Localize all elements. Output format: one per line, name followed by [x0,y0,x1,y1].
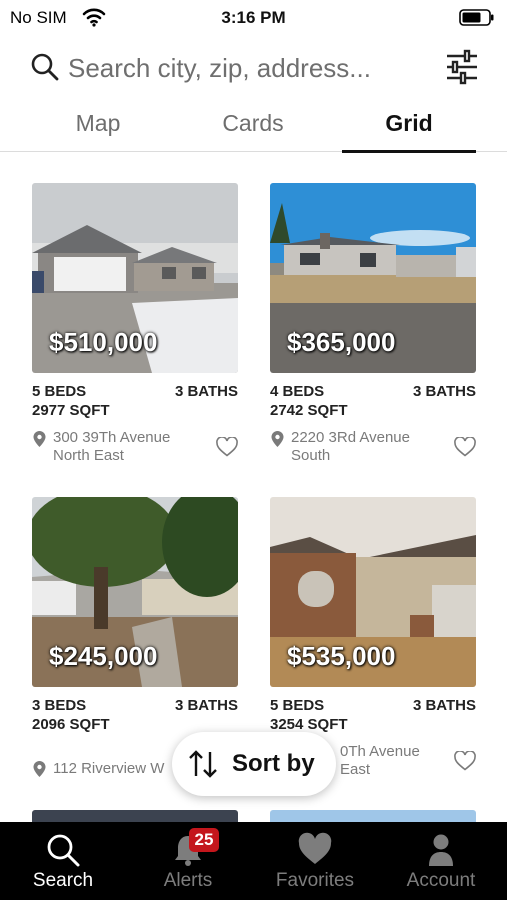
listing-sqft: 2096 SQFT [32,716,110,733]
listing-address-line1: 300 39Th Avenue [53,429,171,446]
listing-photo-partial[interactable] [270,810,476,822]
location-pin-icon [271,431,284,447]
location-pin-icon [33,431,46,447]
favorite-heart-icon[interactable] [454,437,476,457]
sort-by-label: Sort by [232,750,315,777]
listing-price: $245,000 [49,641,158,671]
search-bar [0,42,507,94]
listing-baths: 3 BATHS [412,383,476,400]
listing-photo[interactable]: $245,000 [32,497,238,687]
filter-sliders-icon[interactable] [445,48,479,86]
listing-beds: 4 BEDS [270,383,325,400]
listing-card[interactable]: $245,000 3 BEDS 3 BATHS 2096 SQFT 112 Ri… [32,497,238,777]
heart-icon [298,832,332,864]
listing-price: $365,000 [287,327,396,357]
nav-favorites[interactable]: Favorites [252,822,378,900]
favorite-heart-icon[interactable] [216,437,238,457]
nav-alerts[interactable]: 25 Alerts [125,822,251,900]
nav-alerts-label: Alerts [163,870,213,891]
listing-price: $535,000 [287,641,396,671]
alerts-count-badge: 25 [189,828,219,852]
search-icon [31,53,59,81]
listing-address-line2: North East [53,447,124,464]
tab-map[interactable]: Map [31,110,165,150]
listing-baths: 3 BATHS [412,697,476,714]
sort-arrows-icon [189,750,217,778]
tab-grid[interactable]: Grid [342,110,476,153]
bottom-nav: Search 25 Alerts Favorites Account [0,822,507,900]
search-icon [47,834,80,867]
battery-icon [459,9,494,26]
nav-search-label: Search [32,870,94,891]
listing-card[interactable]: $510,000 5 BEDS 3 BATHS 2977 SQFT 300 39… [32,183,238,464]
listing-address-line2: South [291,447,331,464]
listing-address-line2: East [340,761,371,778]
listing-beds: 5 BEDS [270,697,325,714]
listing-card[interactable]: $365,000 4 BEDS 3 BATHS 2742 SQFT 2220 3… [270,183,476,464]
nav-account-label: Account [406,870,476,891]
listing-address-line1: 112 Riverview W [53,760,165,777]
location-pin-icon [33,761,46,777]
listing-baths: 3 BATHS [174,697,238,714]
listing-address-line1: 0Th Avenue [340,743,420,760]
listing-card[interactable]: $535,000 5 BEDS 3 BATHS 3254 SQFT 0Th Av… [270,497,476,778]
nav-search[interactable]: Search [0,822,126,900]
view-tabs: Map Cards Grid [0,104,507,153]
listing-sqft: 2977 SQFT [32,402,110,419]
listing-photo[interactable]: $510,000 [32,183,238,373]
favorite-heart-icon[interactable] [454,751,476,771]
search-input[interactable] [68,48,428,88]
listing-price: $510,000 [49,327,158,357]
listing-photo[interactable]: $365,000 [270,183,476,373]
listing-baths: 3 BATHS [174,383,238,400]
listing-photo-partial[interactable] [32,810,238,822]
nav-favorites-label: Favorites [275,870,355,891]
listing-photo[interactable]: $535,000 [270,497,476,687]
listing-sqft: 2742 SQFT [270,402,348,419]
status-bar: No SIM 3:16 PM [0,0,507,34]
listing-beds: 3 BEDS [32,697,87,714]
person-icon [429,834,453,866]
clock: 3:16 PM [221,8,286,27]
listing-sqft: 3254 SQFT [270,716,348,733]
tab-cards[interactable]: Cards [186,110,320,150]
nav-account[interactable]: Account [378,822,504,900]
listing-beds: 5 BEDS [32,383,87,400]
listing-address-line1: 2220 3Rd Avenue [291,429,410,446]
sort-by-button[interactable]: Sort by [172,732,336,796]
